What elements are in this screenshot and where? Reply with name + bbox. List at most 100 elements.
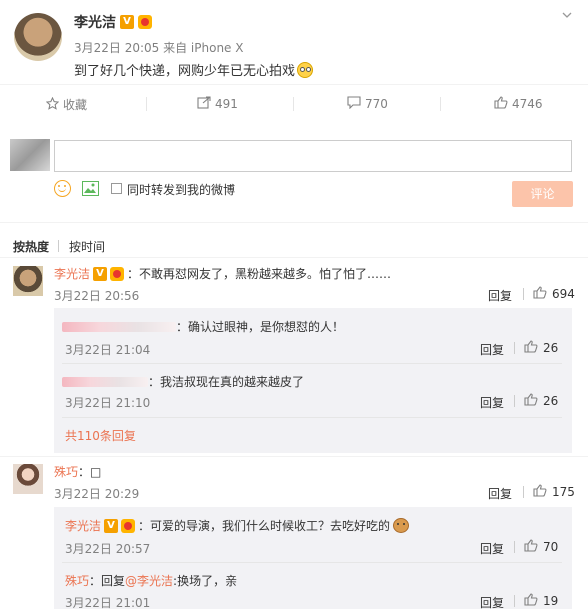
- divider: [514, 395, 515, 407]
- reply-text: ：我洁叔现在真的越来越皮了: [148, 375, 305, 389]
- comment-like-button[interactable]: 175: [533, 484, 575, 500]
- divider: [514, 541, 515, 553]
- comment-button[interactable]: 770: [347, 96, 388, 112]
- divider: [440, 97, 441, 111]
- reply-like-button[interactable]: 26: [524, 393, 558, 409]
- chevron-down-icon[interactable]: [562, 9, 572, 19]
- shocked-emoji-icon: [297, 61, 314, 78]
- sort-bottom-border: [0, 257, 588, 258]
- reply-like-count: 26: [543, 394, 559, 408]
- blurred-username[interactable]: [62, 321, 176, 332]
- thumbs-up-icon: [533, 484, 552, 500]
- reply-like-button[interactable]: 19: [524, 593, 558, 609]
- divider: [523, 288, 524, 300]
- commenter-avatar[interactable]: [13, 266, 43, 296]
- thumbs-up-icon: [533, 286, 552, 302]
- repost-icon: [197, 96, 211, 112]
- comment-user[interactable]: 李光洁: [54, 265, 90, 282]
- divider: [514, 342, 515, 354]
- reply-user[interactable]: 殊巧: [65, 572, 89, 589]
- reply-reply-button[interactable]: 回复: [480, 341, 504, 358]
- post-author-row: 李光洁 V: [74, 13, 152, 31]
- verified-v-icon: V: [120, 15, 134, 29]
- thumbs-up-icon: [524, 539, 543, 555]
- reply-time: 3月22日 21:10: [65, 396, 151, 410]
- reply-mention[interactable]: @李光洁: [125, 572, 173, 589]
- sort-time-tab[interactable]: 按时间: [69, 238, 105, 255]
- reply-reply-button[interactable]: 回复: [480, 540, 504, 557]
- reply-reply-button[interactable]: 回复: [480, 394, 504, 411]
- commenter-avatar[interactable]: [13, 464, 43, 494]
- divider: [514, 595, 515, 607]
- like-button[interactable]: 4746: [494, 96, 543, 112]
- post-text: 到了好几个快递，网购少年已无心拍戏: [74, 64, 296, 79]
- repost-count: 491: [215, 97, 238, 111]
- repost-button[interactable]: 491: [197, 96, 238, 112]
- reply-divider: [62, 363, 562, 364]
- comment-line: 殊巧 ：□: [54, 463, 101, 480]
- comment-like-count: 175: [552, 485, 575, 499]
- comment-reply-button[interactable]: 回复: [488, 485, 512, 502]
- image-upload-icon[interactable]: [82, 181, 99, 196]
- reply-text: ：可爱的导演，我们什么时候收工？去吃好吃的: [138, 519, 391, 533]
- reply-like-count: 26: [543, 341, 559, 355]
- reply-time: 3月22日 21:01: [65, 596, 151, 609]
- thumbs-up-icon: [524, 340, 543, 356]
- comment-count: 770: [365, 97, 388, 111]
- comment-text: ：□: [78, 465, 102, 479]
- member-crown-icon: [110, 266, 125, 281]
- blurred-username[interactable]: [62, 376, 148, 387]
- repost-checkbox-label: 同时转发到我的微博: [127, 183, 236, 197]
- sort-top-border: [0, 222, 588, 223]
- divider: [293, 97, 294, 111]
- comment-reply-button[interactable]: 回复: [488, 287, 512, 304]
- reply-time: 3月22日 21:04: [65, 343, 151, 357]
- comment-like-button[interactable]: 694: [533, 286, 575, 302]
- verified-v-icon: V: [104, 518, 119, 533]
- thumbs-up-icon: [524, 393, 543, 409]
- reply-text: ：回复: [89, 574, 126, 588]
- reply-line: 殊巧 ：回复 @李光洁 :换场了，亲: [65, 572, 237, 589]
- publish-comment-button[interactable]: 评论: [512, 181, 573, 207]
- current-user-avatar: [10, 139, 50, 171]
- reply-like-count: 19: [543, 594, 559, 608]
- thumbs-up-icon: [524, 593, 543, 609]
- comment-time: 3月22日 20:56: [54, 289, 140, 303]
- divider: [523, 486, 524, 498]
- favorite-button[interactable]: 收藏: [45, 96, 88, 113]
- reply-line: 李光洁 V ：可爱的导演，我们什么时候收工？去吃好吃的: [65, 517, 410, 534]
- author-avatar[interactable]: [14, 13, 62, 61]
- reply-line: ：确认过眼神，是你想怼的人！: [62, 318, 344, 335]
- comment-text: ：不敢再怼网友了，黑粉越来越多。怕了怕了……: [127, 267, 392, 281]
- reply-divider: [62, 417, 562, 418]
- reply-user[interactable]: 李光洁: [65, 517, 101, 534]
- reply-thread: 李光洁 V ：可爱的导演，我们什么时候收工？去吃好吃的 3月22日 20:57 …: [54, 507, 572, 609]
- like-count: 4746: [512, 97, 543, 111]
- reply-reply-button[interactable]: 回复: [480, 594, 504, 609]
- favorite-label: 收藏: [63, 98, 88, 112]
- repost-checkbox[interactable]: [111, 183, 122, 194]
- more-replies-link[interactable]: 共110条回复: [65, 427, 136, 444]
- reply-time: 3月22日 20:57: [65, 542, 151, 556]
- verified-v-icon: V: [93, 266, 108, 281]
- comment-user[interactable]: 殊巧: [54, 463, 78, 480]
- reply-like-button[interactable]: 26: [524, 340, 558, 356]
- reply-like-count: 70: [543, 540, 559, 554]
- member-crown-icon: [138, 15, 152, 29]
- comment-input[interactable]: [54, 140, 572, 172]
- emoji-button[interactable]: [54, 180, 71, 197]
- thumbs-up-icon: [494, 96, 508, 112]
- star-icon: [45, 96, 60, 113]
- reply-line: ：我洁叔现在真的越来越皮了: [62, 373, 304, 390]
- dog-face-emoji-icon: [393, 518, 410, 533]
- reply-text-tail: :换场了，亲: [173, 574, 238, 588]
- action-bar-top-border: [0, 84, 588, 85]
- comment-divider: [0, 456, 588, 457]
- divider: [58, 240, 59, 252]
- comment-line: 李光洁 V ：不敢再怼网友了，黑粉越来越多。怕了怕了……: [54, 265, 391, 282]
- reply-like-button[interactable]: 70: [524, 539, 558, 555]
- post-text-row: 到了好几个快递，网购少年已无心拍戏: [74, 60, 314, 79]
- post-author-name[interactable]: 李光洁: [74, 12, 116, 32]
- sort-hot-tab[interactable]: 按热度: [13, 238, 49, 255]
- post-meta: 3月22日 20:05 来自 iPhone X: [74, 41, 244, 55]
